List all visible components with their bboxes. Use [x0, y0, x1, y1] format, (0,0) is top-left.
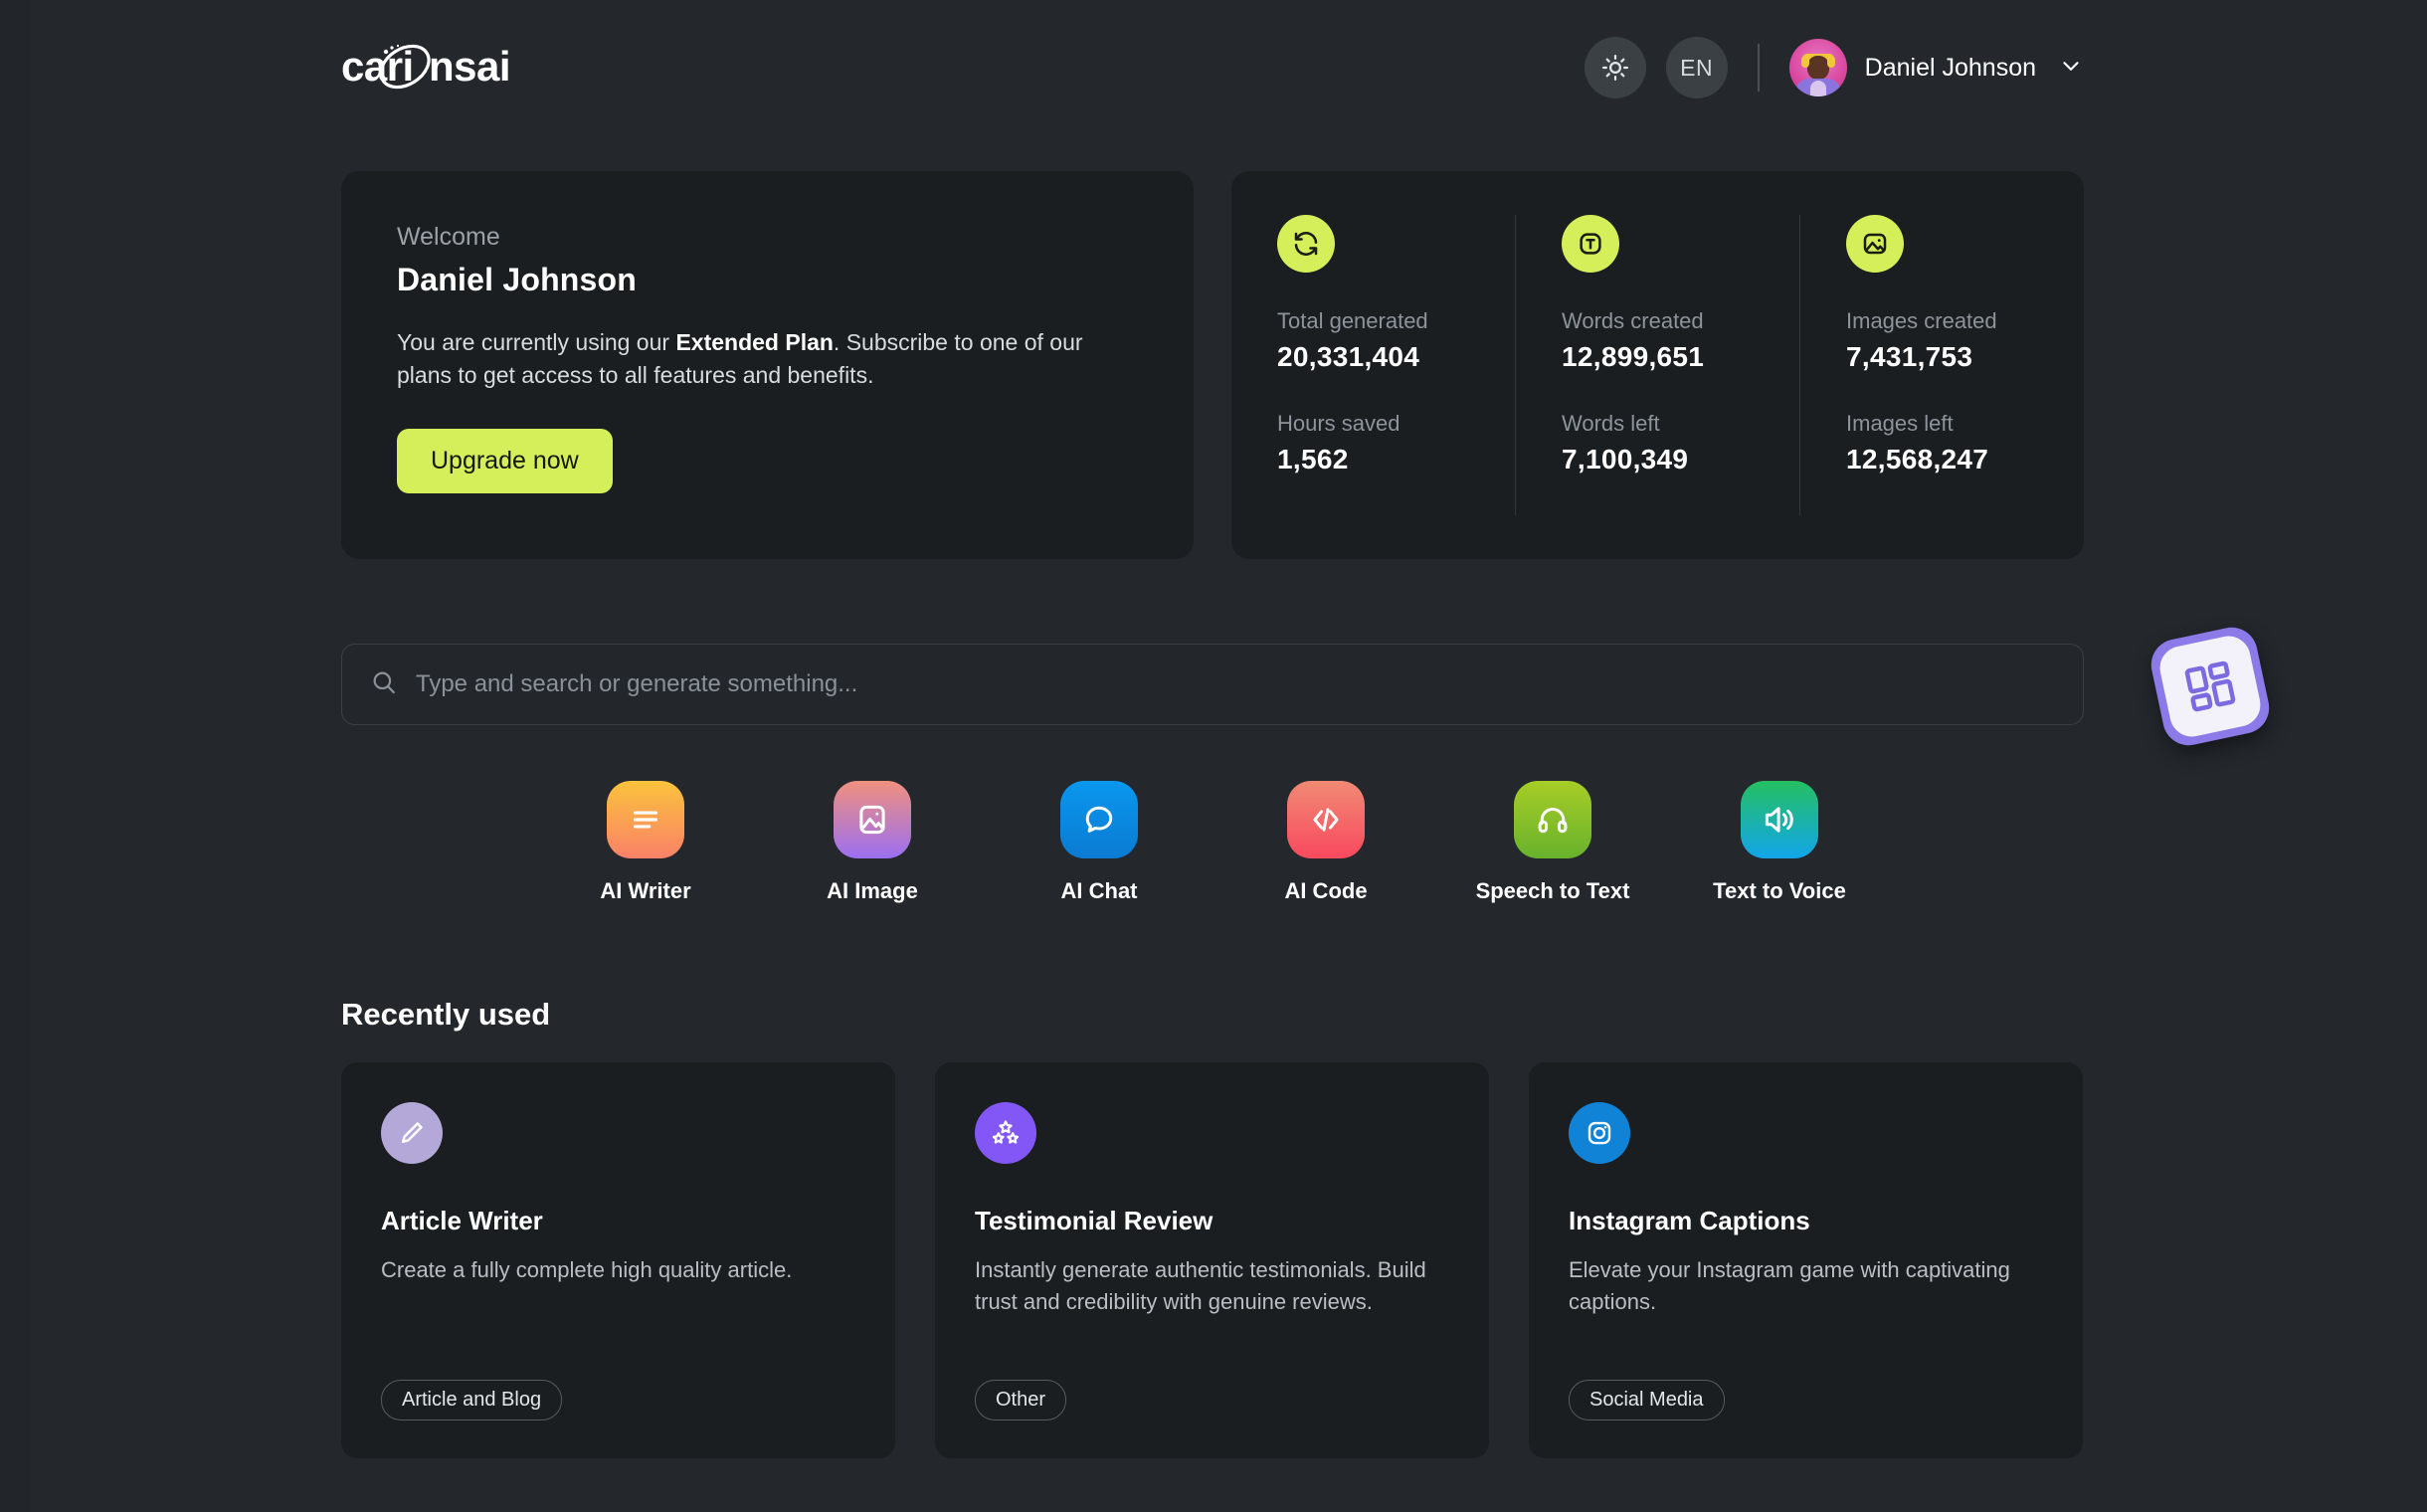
welcome-greeting: Welcome	[397, 223, 500, 251]
stat-column-images-created: Images created 7,431,753 Images left 12,…	[1799, 215, 2084, 515]
welcome-plan-name: Extended Plan	[675, 329, 834, 355]
code-icon	[1287, 781, 1365, 858]
recently-used-heading: Recently used	[341, 997, 551, 1032]
recent-card-article-writer[interactable]: Article Writer Create a fully complete h…	[341, 1062, 895, 1458]
header-actions: EN Daniel Johnson	[1584, 37, 2084, 98]
stat-label: Words left	[1562, 411, 1660, 436]
speaker-icon	[1741, 781, 1818, 858]
image-icon	[834, 781, 911, 858]
search-input[interactable]: Type and search or generate something...	[416, 670, 857, 698]
lines-icon	[607, 781, 684, 858]
upgrade-now-button[interactable]: Upgrade now	[397, 429, 613, 494]
tool-text-to-voice[interactable]: Text to Voice	[1666, 781, 1893, 904]
welcome-card: Welcome Daniel Johnson You are currently…	[341, 171, 1194, 559]
tool-label: AI Image	[827, 878, 918, 903]
search-icon	[370, 668, 398, 701]
stat-value: 12,899,651	[1562, 341, 1705, 372]
welcome-description: You are currently using our Extended Pla…	[397, 326, 1138, 391]
recent-card-title: Testimonial Review	[975, 1206, 1214, 1235]
tool-label: Text to Voice	[1713, 878, 1846, 903]
stat-value: 12,568,247	[1846, 444, 1989, 474]
headphones-icon	[1514, 781, 1591, 858]
text-box-icon	[1562, 215, 1619, 273]
user-menu[interactable]: Daniel Johnson	[1788, 39, 2084, 96]
welcome-user-name: Daniel Johnson	[397, 262, 638, 297]
recent-card-testimonial-review[interactable]: Testimonial Review Instantly generate au…	[935, 1062, 1489, 1458]
stat-value: 7,431,753	[1846, 341, 1973, 372]
recent-card-title: Instagram Captions	[1569, 1206, 1810, 1235]
chat-bubble-icon	[1060, 781, 1138, 858]
tool-label: AI Code	[1284, 878, 1368, 903]
recent-card-description: Create a fully complete high quality art…	[381, 1257, 793, 1282]
tool-ai-chat[interactable]: AI Chat	[986, 781, 1213, 904]
instagram-icon	[1569, 1102, 1630, 1164]
stat-label: Images created	[1846, 308, 1997, 333]
refresh-icon	[1277, 215, 1335, 273]
stat-label: Images left	[1846, 411, 1954, 436]
recent-card-title: Article Writer	[381, 1206, 543, 1235]
stat-label: Hours saved	[1277, 411, 1400, 436]
svg-text:nsai: nsai	[429, 43, 510, 90]
tool-ai-image[interactable]: AI Image	[759, 781, 986, 904]
brand-logo[interactable]: cari nsai	[341, 36, 550, 99]
language-button[interactable]: EN	[1665, 37, 1728, 98]
recent-card-tag[interactable]: Article and Blog	[381, 1380, 563, 1420]
app-header: cari nsai EN Daniel Johnson	[341, 28, 2084, 107]
apps-fab-button[interactable]	[2146, 622, 2275, 751]
theme-toggle-button[interactable]	[1584, 37, 1646, 98]
stat-value: 20,331,404	[1277, 341, 1420, 372]
language-label: EN	[1680, 54, 1714, 81]
recent-card-instagram-captions[interactable]: Instagram Captions Elevate your Instagra…	[1529, 1062, 2083, 1458]
tool-label: AI Writer	[600, 878, 691, 903]
tool-ai-code[interactable]: AI Code	[1213, 781, 1439, 904]
tool-label: AI Chat	[1060, 878, 1138, 903]
grid-apps-icon	[2155, 632, 2265, 741]
sun-icon	[1601, 54, 1628, 82]
tool-ai-writer[interactable]: AI Writer	[532, 781, 759, 904]
stat-column-words-created: Words created 12,899,651 Words left 7,10…	[1515, 215, 1799, 515]
stat-label: Total generated	[1277, 308, 1428, 333]
recent-card-tag[interactable]: Social Media	[1569, 1380, 1725, 1420]
recently-used-row: Article Writer Create a fully complete h…	[341, 1062, 2084, 1458]
stars-icon	[975, 1102, 1036, 1164]
chevron-down-icon	[2058, 53, 2084, 84]
header-divider	[1757, 44, 1760, 92]
tool-label: Speech to Text	[1475, 878, 1630, 903]
recent-card-tag[interactable]: Other	[975, 1380, 1067, 1420]
stat-value: 1,562	[1277, 444, 1349, 474]
stat-column-total-generated: Total generated 20,331,404 Hours saved 1…	[1231, 215, 1515, 515]
stats-card: Total generated 20,331,404 Hours saved 1…	[1231, 171, 2084, 559]
image-icon	[1846, 215, 1904, 273]
avatar	[1788, 39, 1847, 96]
app-root: cari nsai EN Daniel Johnson Welcome Dani…	[0, 0, 2427, 1512]
search-bar[interactable]: Type and search or generate something...	[341, 644, 2084, 725]
stat-label: Words created	[1562, 308, 1704, 333]
tool-speech-to-text[interactable]: Speech to Text	[1439, 781, 1666, 904]
welcome-desc-before: You are currently using our	[397, 329, 676, 355]
recent-card-description: Elevate your Instagram game with captiva…	[1569, 1257, 2010, 1315]
recent-card-description: Instantly generate authentic testimonial…	[975, 1257, 1426, 1315]
stat-value: 7,100,349	[1562, 444, 1689, 474]
svg-text:cari: cari	[341, 43, 414, 90]
user-name-label: Daniel Johnson	[1864, 53, 2036, 82]
page-left-edge	[0, 0, 30, 1512]
tools-row: AI Writer AI Image AI Chat AI Code Speec…	[341, 781, 2084, 904]
pencil-icon	[381, 1102, 443, 1164]
